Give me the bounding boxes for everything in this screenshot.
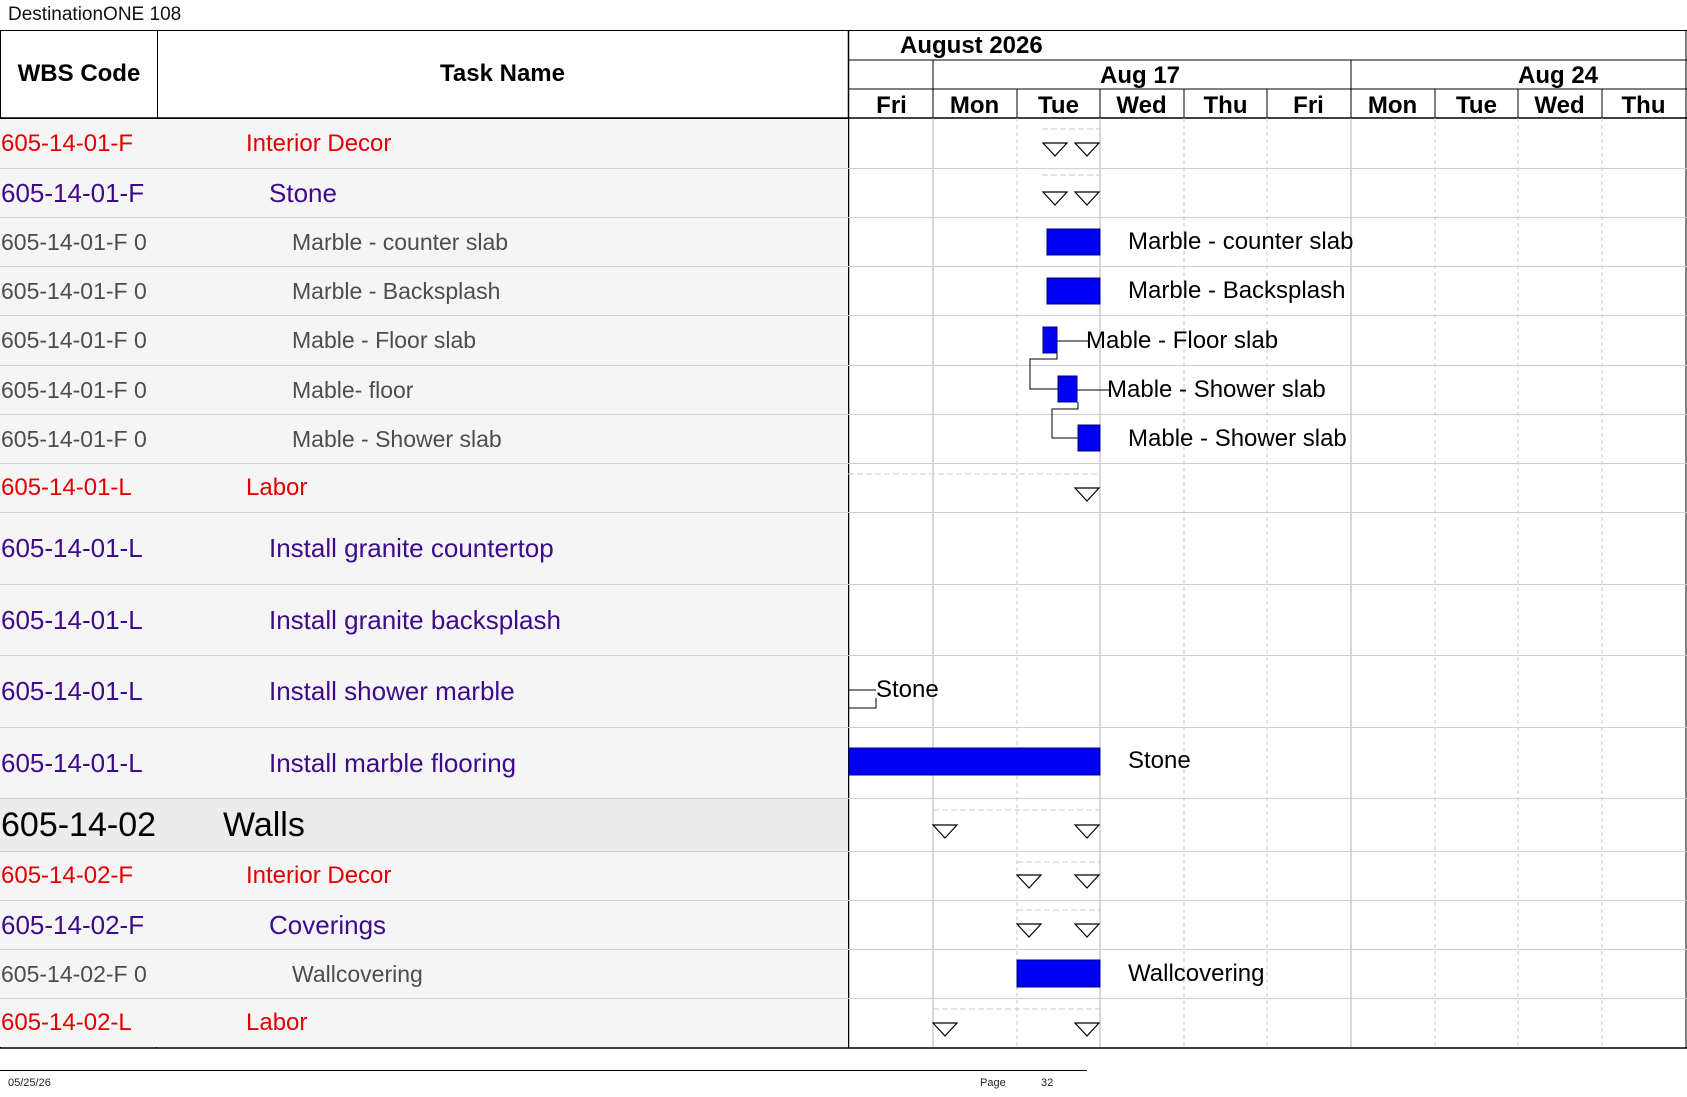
summary-start-marker-icon [1041,142,1069,157]
bar-label: Mable - Floor slab [1086,327,1279,354]
summary-end-marker-icon [1073,142,1101,157]
footer-date: 05/25/26 [8,1077,51,1089]
task-bar [1057,375,1078,403]
summary-end-marker-icon [1073,1022,1101,1037]
bar-label: Stone [1128,747,1191,774]
bar-label: Marble - counter slab [1128,228,1354,255]
summary-start-marker-icon [1015,874,1043,889]
task-bar [1042,326,1058,354]
bar-label: Stone [876,676,939,703]
footer-page-label: Page [980,1077,1006,1089]
summary-start-marker-icon [931,1022,959,1037]
summary-start-marker-icon [1015,923,1043,938]
task-bar [1077,424,1101,452]
summary-start-marker-icon [931,824,959,839]
bar-label: Wallcovering [1128,960,1265,987]
dependency-link [1029,352,1058,390]
task-bar [1046,228,1101,256]
dependency-link [1051,402,1079,439]
bar-label: Mable - Shower slab [1107,376,1326,403]
task-bar [848,747,1101,776]
gantt-chart [848,128,1109,1037]
summary-end-marker-icon [1073,874,1101,889]
task-bar [1016,959,1101,988]
summary-end-marker-icon [1073,824,1101,839]
summary-end-marker-icon [1073,191,1101,206]
bar-label: Mable - Shower slab [1128,425,1347,452]
bar-label: Marble - Backsplash [1128,277,1346,304]
footer-rule [0,1070,1087,1071]
dependency-link [848,698,877,709]
summary-end-marker-icon [1073,487,1101,502]
footer-page-number: 32 [1041,1077,1054,1089]
summary-end-marker-icon [1073,923,1101,938]
task-bar [1046,277,1101,305]
summary-start-marker-icon [1041,191,1069,206]
